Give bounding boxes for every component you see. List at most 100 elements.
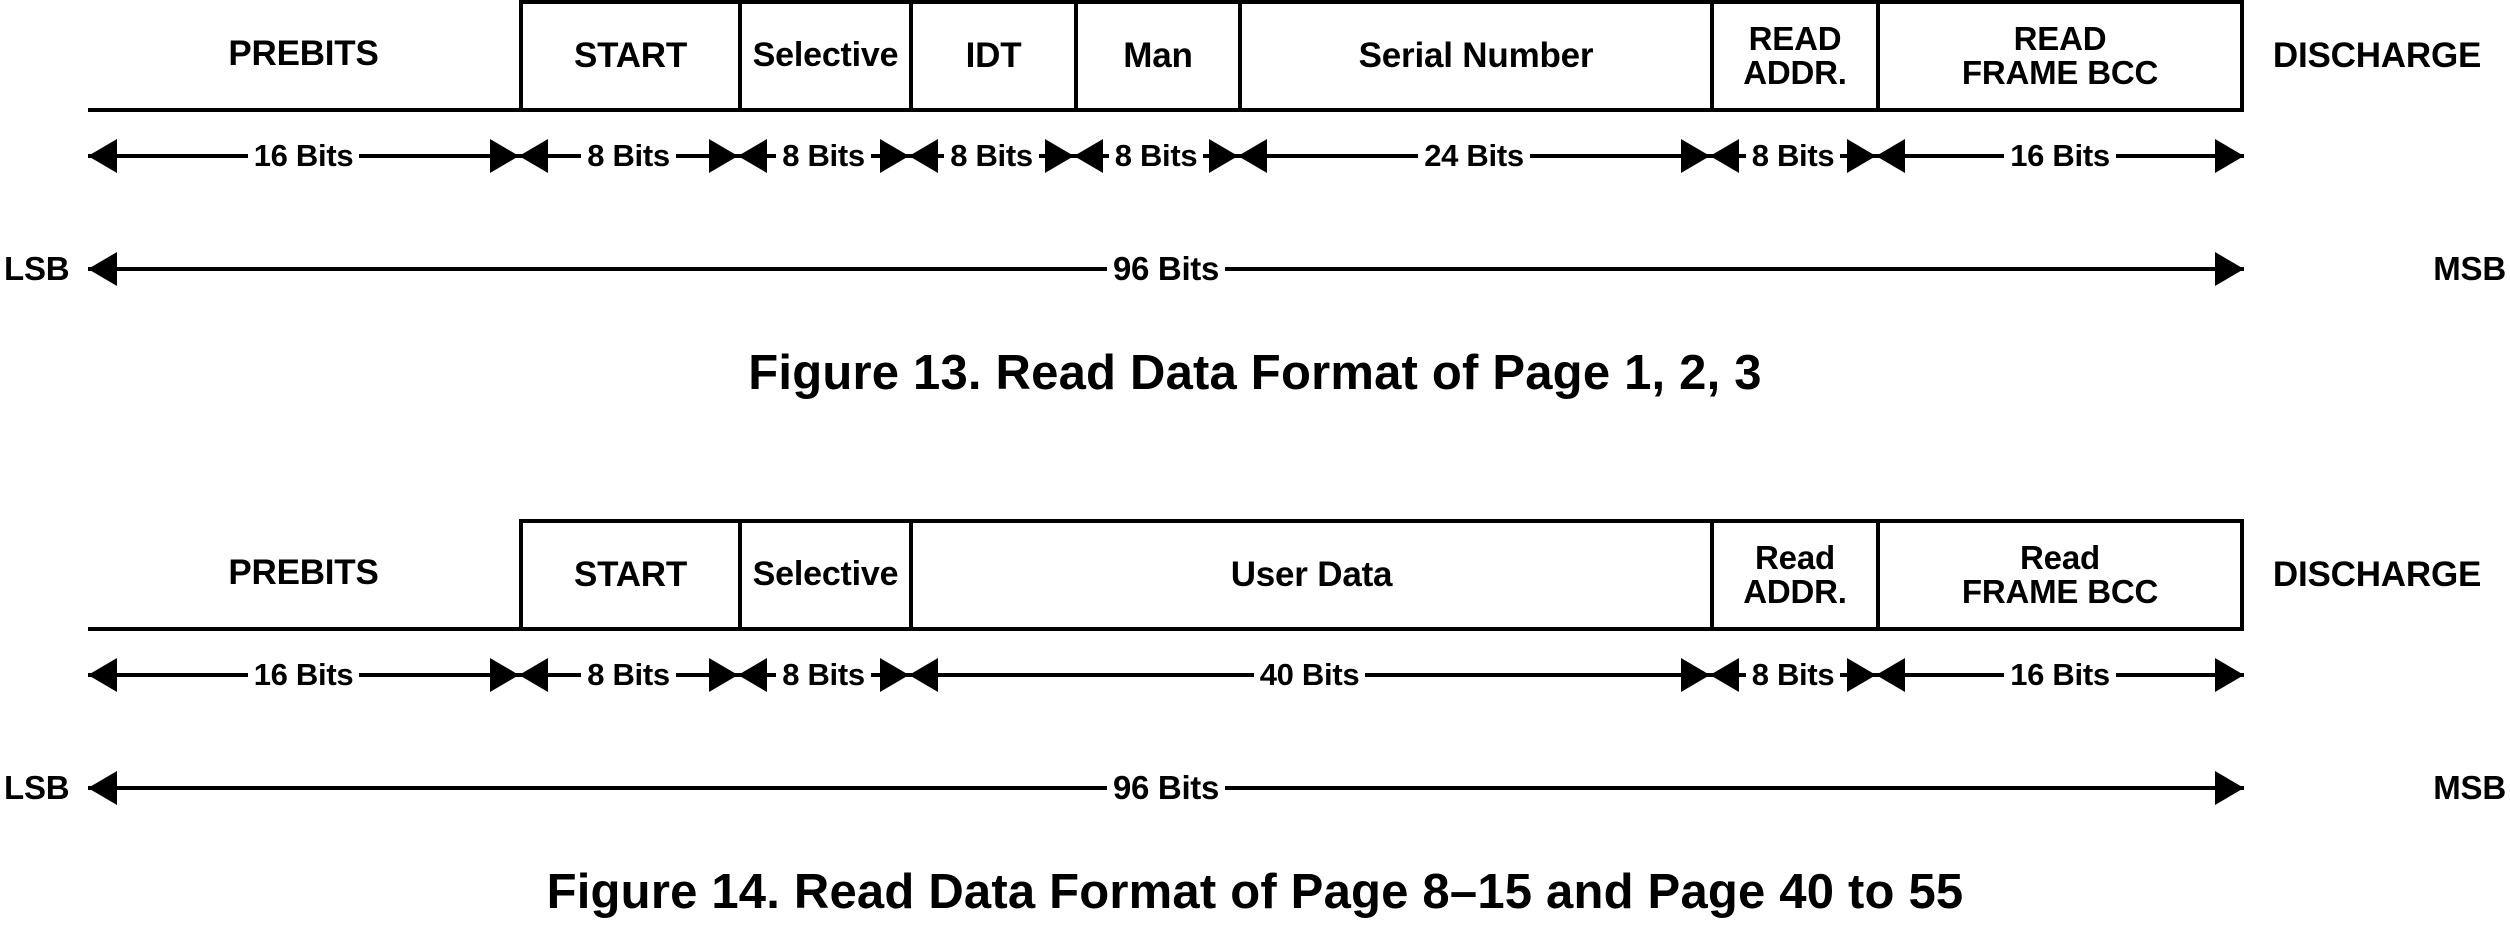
segment-start-label: START [573,35,688,75]
arrow-right-icon [1681,658,1710,692]
measure-total: 96 Bits [88,240,2244,298]
segment-user-data-label: User Data [1230,554,1393,594]
segment-discharge: DISCHARGE [2248,0,2506,112]
arrow-left-icon [519,658,548,692]
segment-serial-number: Serial Number [1238,0,1710,112]
arrow-right-icon [490,658,519,692]
measure-idt-label: 8 Bits [944,138,1039,174]
arrow-left-icon [909,139,938,173]
measure-serial-number: 24 Bits [1238,128,1710,184]
measure-selective: 8 Bits [738,647,909,703]
lsb-label: LSB [4,769,70,806]
segment-man: Man [1074,0,1238,112]
measure-read-frame-bcc-label: 16 Bits [2004,657,2116,693]
measure-total: 96 Bits [88,759,2244,817]
arrow-left-icon [1876,658,1905,692]
arrow-right-icon [1847,658,1876,692]
figure-14-bits-row: 16 Bits 8 Bits 8 Bits 40 Bits 8 Bits 16 … [0,647,2510,703]
measure-prebits-label: 16 Bits [247,138,360,174]
arrow-left-icon [1238,139,1267,173]
measure-prebits: 16 Bits [88,647,519,703]
measure-read-frame-bcc: 16 Bits [1876,128,2244,184]
arrow-left-icon [88,139,117,173]
diagram-page: PREBITS START Selective IDT Man Serial N… [0,0,2510,935]
figure-14-caption: Figure 14. Read Data Format of Page 8–15… [546,865,1964,919]
segment-idt: IDT [909,0,1074,112]
figure-13-total-row: LSB 96 Bits MSB [0,240,2510,298]
arrow-left-icon [738,658,767,692]
arrow-right-icon [1681,139,1710,173]
measure-total-label: 96 Bits [1106,250,1226,288]
arrow-right-icon [1847,139,1876,173]
segment-read-addr-label: Read ADDR. [1743,538,1847,610]
segment-man-label: Man [1123,35,1193,75]
segment-read-frame-bcc-label: Read FRAME BCC [1961,538,2159,610]
arrow-left-icon [519,139,548,173]
segment-read-frame-bcc: Read FRAME BCC [1876,519,2244,631]
measure-prebits: 16 Bits [88,128,519,184]
measure-serial-number-label: 24 Bits [1418,138,1530,174]
measure-start: 8 Bits [519,128,738,184]
segment-serial-number-label: Serial Number [1358,35,1594,75]
arrow-left-icon [1710,658,1739,692]
measure-start-label: 8 Bits [581,138,676,174]
arrow-left-icon [909,658,938,692]
segment-start: START [519,0,738,112]
segment-selective: Selective [738,0,909,112]
arrow-right-icon [2215,658,2244,692]
measure-user-data: 40 Bits [909,647,1710,703]
measure-read-addr: 8 Bits [1710,647,1876,703]
segment-start-label: START [573,554,688,594]
segment-read-frame-bcc-label: READ FRAME BCC [1961,19,2159,91]
arrow-right-icon [880,139,909,173]
arrow-left-icon [1876,139,1905,173]
measure-user-data-label: 40 Bits [1253,657,1366,693]
lsb-label: LSB [4,250,70,287]
segment-selective: Selective [738,519,909,631]
arrow-right-icon [490,139,519,173]
figure-13-caption: Figure 13. Read Data Format of Page 1, 2… [748,346,1762,400]
measure-read-addr-label: 8 Bits [1745,138,1841,174]
segment-discharge-label: DISCHARGE [2272,554,2482,594]
segment-read-addr-label: READ ADDR. [1743,19,1847,91]
measure-selective-label: 8 Bits [776,138,871,174]
figure-14-frame-row: PREBITS START Selective User Data Read A… [0,519,2510,631]
arrow-left-icon [1074,139,1103,173]
arrow-left-icon [88,658,117,692]
measure-read-addr-label: 8 Bits [1745,657,1841,693]
segment-discharge: DISCHARGE [2248,519,2506,631]
figure-13-frame-row: PREBITS START Selective IDT Man Serial N… [0,0,2510,112]
measure-prebits-label: 16 Bits [247,657,360,693]
segment-user-data: User Data [909,519,1710,631]
measure-read-addr: 8 Bits [1710,128,1876,184]
arrow-right-icon [880,658,909,692]
measure-idt: 8 Bits [909,128,1074,184]
measure-man: 8 Bits [1074,128,1238,184]
measure-read-frame-bcc: 16 Bits [1876,647,2244,703]
msb-label: MSB [2433,769,2506,806]
figure-13-bits-row: 16 Bits 8 Bits 8 Bits 8 Bits 8 Bits 24 B… [0,128,2510,184]
measure-start: 8 Bits [519,647,738,703]
arrow-right-icon [2215,252,2244,286]
arrow-left-icon [88,252,117,286]
segment-prebits-label: PREBITS [228,33,379,73]
arrow-left-icon [1710,139,1739,173]
figure-14-total-row: LSB 96 Bits MSB [0,759,2510,817]
arrow-left-icon [88,771,117,805]
measure-selective-label: 8 Bits [776,657,871,693]
segment-read-frame-bcc: READ FRAME BCC [1876,0,2244,112]
segment-start: START [519,519,738,631]
measure-man-label: 8 Bits [1108,138,1204,174]
segment-discharge-label: DISCHARGE [2272,35,2482,75]
msb-label: MSB [2433,250,2506,287]
arrow-right-icon [709,139,738,173]
segment-selective-label: Selective [752,36,899,75]
segment-read-addr: READ ADDR. [1710,0,1876,112]
arrow-right-icon [2215,771,2244,805]
arrow-right-icon [2215,139,2244,173]
measure-selective: 8 Bits [738,128,909,184]
measure-total-label: 96 Bits [1106,769,1226,807]
measure-read-frame-bcc-label: 16 Bits [2004,138,2116,174]
arrow-right-icon [709,658,738,692]
segment-read-addr: Read ADDR. [1710,519,1876,631]
